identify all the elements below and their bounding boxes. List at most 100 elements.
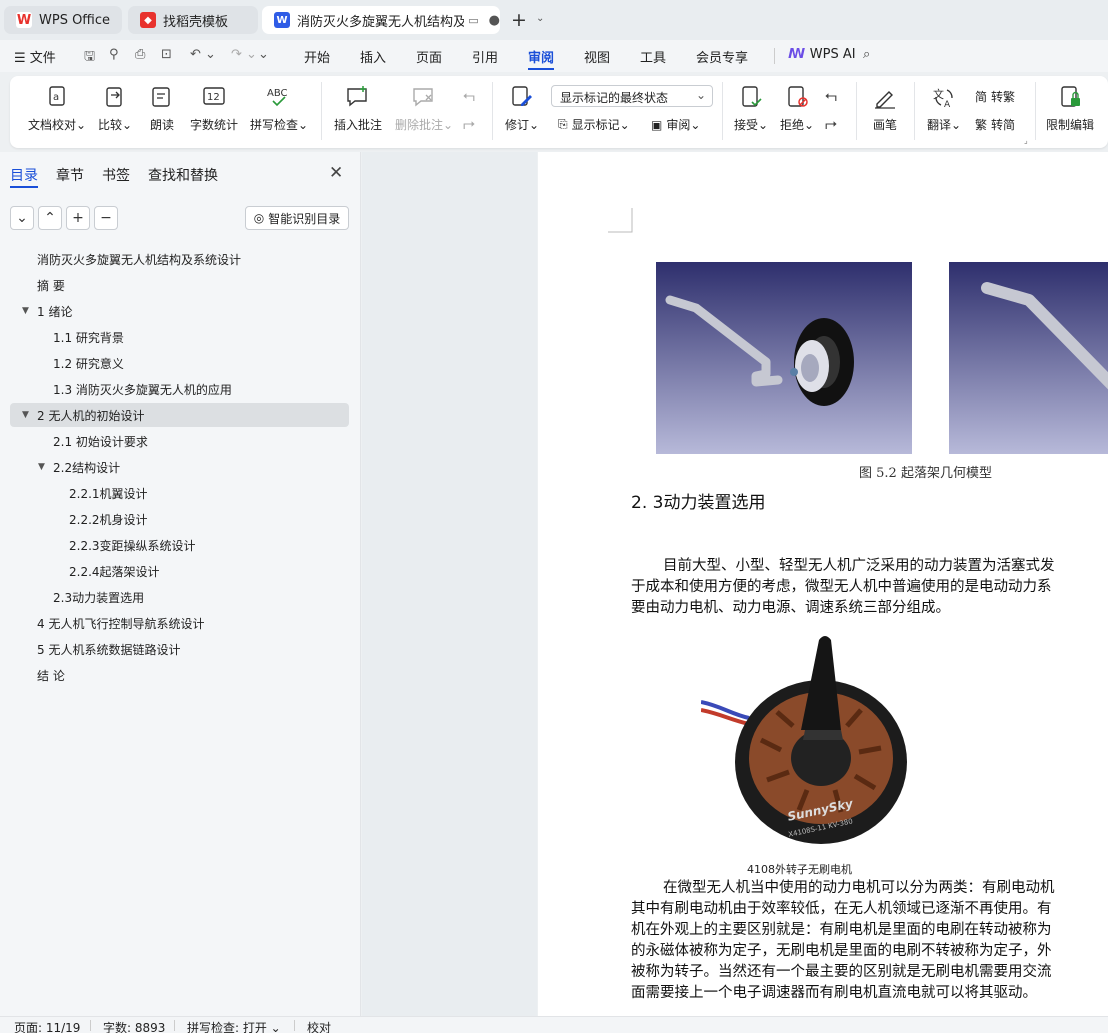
menu-insert[interactable]: 插入	[360, 47, 386, 66]
new-tab-icon[interactable]: +	[511, 9, 527, 31]
toc-item-selected[interactable]: ▼ 2 无人机的初始设计	[10, 403, 349, 427]
menu-start[interactable]: 开始	[304, 47, 330, 66]
menu-page[interactable]: 页面	[416, 47, 442, 66]
track-changes-button[interactable]: 修订⌄	[505, 84, 539, 133]
menu-review[interactable]: 审阅	[528, 47, 554, 66]
collapse-down-button[interactable]: ⌄	[10, 206, 34, 230]
prev-comment-icon[interactable]: ⮢	[463, 86, 475, 104]
page-indicator[interactable]: 页面: 11/19	[14, 1019, 80, 1033]
menu-member[interactable]: 会员专享	[696, 47, 748, 66]
toc-item-label: 2.2.1机翼设计	[69, 486, 148, 501]
to-simplified-button[interactable]: 繁转简	[975, 116, 1015, 133]
toc-item[interactable]: 2.2.3变距操纵系统设计	[10, 533, 349, 557]
spell-check-indicator[interactable]: 拼写检查: 打开 ⌄	[187, 1019, 281, 1033]
toc-item[interactable]: ▼ 2.2结构设计	[10, 455, 349, 479]
close-panel-icon[interactable]: ✕	[329, 163, 343, 183]
reject-icon	[788, 86, 808, 107]
collapse-up-button[interactable]: ⌃	[38, 206, 62, 230]
menu-view[interactable]: 视图	[584, 47, 610, 66]
add-heading-button[interactable]: +	[66, 206, 90, 230]
toc-item[interactable]: 2.2.2机身设计	[10, 507, 349, 531]
insert-comment-button[interactable]: 插入批注	[334, 84, 382, 133]
toc-item[interactable]: 2.2.1机翼设计	[10, 481, 349, 505]
toc-item[interactable]: 2.2.4起落架设计	[10, 559, 349, 583]
paragraph-line: 其中有刷电动机由于效率较低，在无人机领域已逐渐不再使用。有	[631, 901, 1052, 917]
pen-button[interactable]: 画笔	[872, 84, 898, 133]
save-icon[interactable]: 🖫	[84, 47, 95, 69]
toc-item[interactable]: 2.1 初始设计要求	[10, 429, 349, 453]
unsaved-dot-icon[interactable]: ●	[489, 13, 500, 28]
print-preview-icon[interactable]: ⊡	[161, 47, 172, 62]
smart-toc-button[interactable]: ◎ 智能识别目录	[245, 206, 349, 230]
toc-item-label: 4 无人机飞行控制导航系统设计	[37, 616, 205, 631]
toc-item[interactable]: 1.3 消防灭火多旋翼无人机的应用	[10, 377, 349, 401]
review-pane-button[interactable]: ▣ 审阅 ⌄	[651, 116, 700, 133]
paragraph-line: 面需要接上一个电子调速器而有刷电机直流电就可以将其驱动。	[631, 985, 1037, 1001]
toc-item[interactable]: 消防灭火多旋翼无人机结构及系统设计	[10, 247, 349, 271]
restrict-edit-button[interactable]: 限制编辑	[1046, 84, 1094, 133]
prev-change-icon[interactable]: ⮢	[825, 86, 837, 104]
accept-button[interactable]: 接受⌄	[734, 84, 768, 133]
next-change-icon[interactable]: ⮣	[825, 114, 837, 132]
svg-text:12: 12	[207, 92, 220, 103]
panel-tab-find-replace[interactable]: 查找和替换	[148, 165, 218, 185]
wps-ai-button[interactable]: ꟿ WPS AI	[788, 47, 856, 62]
smart-toc-label: 智能识别目录	[268, 211, 341, 226]
search-icon[interactable]: ⌕	[863, 47, 870, 62]
toc-item[interactable]: 1.2 研究意义	[10, 351, 349, 375]
tab-wps-office[interactable]: W WPS Office	[4, 6, 122, 34]
read-aloud-button[interactable]: 朗读	[149, 84, 175, 133]
word-count-button[interactable]: 12 字数统计	[190, 84, 238, 133]
proofread-indicator[interactable]: 校对	[307, 1019, 331, 1033]
restrict-edit-label: 限制编辑	[1046, 118, 1095, 132]
redo-icon[interactable]: ↷ ⌄	[231, 47, 257, 62]
toc-item[interactable]: 1.1 研究背景	[10, 325, 349, 349]
word-count-indicator[interactable]: 字数: 8893	[103, 1019, 165, 1033]
ribbon-separator	[1035, 82, 1036, 140]
show-markup-button[interactable]: ⎘ 显示标记 ⌄	[558, 116, 630, 133]
traditional-icon: 简	[975, 90, 988, 104]
expand-group-icon[interactable]: ⌟	[1024, 136, 1028, 145]
menu-reference[interactable]: 引用	[472, 47, 498, 66]
translate-button[interactable]: 文A 翻译⌄	[927, 84, 961, 133]
show-markup-label: 显示标记	[571, 118, 620, 132]
tab-docer-templates[interactable]: ◆ 找稻壳模板	[128, 6, 258, 34]
markup-mode-select[interactable]: 显示标记的最终状态 ⌄	[551, 85, 713, 107]
panel-tab-bookmarks[interactable]: 书签	[102, 165, 130, 185]
share-icon[interactable]: ⚲	[109, 47, 119, 62]
toc-item[interactable]: ▼ 1 绪论	[10, 299, 349, 323]
status-bar: 页面: 11/19 字数: 8893 拼写检查: 打开 ⌄ 校对	[0, 1016, 1108, 1033]
file-menu[interactable]: ☰ 文件	[14, 47, 56, 66]
tab-current-document[interactable]: W 消防灭火多旋翼无人机结构及系 ▭ ●	[262, 6, 500, 34]
toc-item[interactable]: 摘 要	[10, 273, 349, 297]
more-chevron-icon[interactable]: ⌄	[258, 47, 269, 62]
undo-icon[interactable]: ↶ ⌄	[190, 47, 216, 62]
smart-toc-icon: ◎	[253, 211, 265, 225]
toc-item[interactable]: 结 论	[10, 663, 349, 687]
toc-item[interactable]: 5 无人机系统数据链路设计	[10, 637, 349, 661]
reject-button[interactable]: 拒绝⌄	[780, 84, 814, 133]
chevron-down-icon[interactable]: ⌄	[536, 13, 544, 24]
menu-tools[interactable]: 工具	[640, 47, 666, 66]
paragraph-line: 于成本和使用方便的考虑，微型无人机中普遍使用的是电动动力系	[631, 579, 1052, 595]
toc-item-label: 1 绪论	[37, 304, 73, 319]
monitor-icon[interactable]: ▭	[468, 14, 478, 27]
remove-heading-button[interactable]: −	[94, 206, 118, 230]
to-traditional-button[interactable]: 简转繁	[975, 88, 1015, 105]
toc-item-label: 结 论	[37, 668, 65, 683]
svg-text:文: 文	[933, 87, 944, 101]
panel-tab-chapters[interactable]: 章节	[56, 165, 84, 185]
panel-tab-toc[interactable]: 目录	[10, 165, 38, 185]
compare-button[interactable]: 比较⌄	[98, 84, 132, 133]
delete-comment-button[interactable]: 删除批注⌄	[395, 84, 453, 133]
motor-caption: 4108外转子无刷电机	[747, 863, 852, 876]
doc-check-button[interactable]: a 文档校对⌄	[28, 84, 86, 133]
print-icon[interactable]: ⎙	[135, 47, 145, 62]
delete-comment-label: 删除批注	[395, 118, 444, 132]
next-comment-icon[interactable]: ⮣	[463, 114, 475, 132]
toc-item-label: 1.2 研究意义	[53, 356, 124, 371]
document-page[interactable]: 图 5.2 起落架几何模型 2. 3动力装置选用 目前大型、小型、轻型无人机广泛…	[538, 152, 1108, 1016]
spell-check-button[interactable]: ABC 拼写检查⌄	[250, 84, 308, 133]
toc-item[interactable]: 4 无人机飞行控制导航系统设计	[10, 611, 349, 635]
toc-item[interactable]: 2.3动力装置选用	[10, 585, 349, 609]
